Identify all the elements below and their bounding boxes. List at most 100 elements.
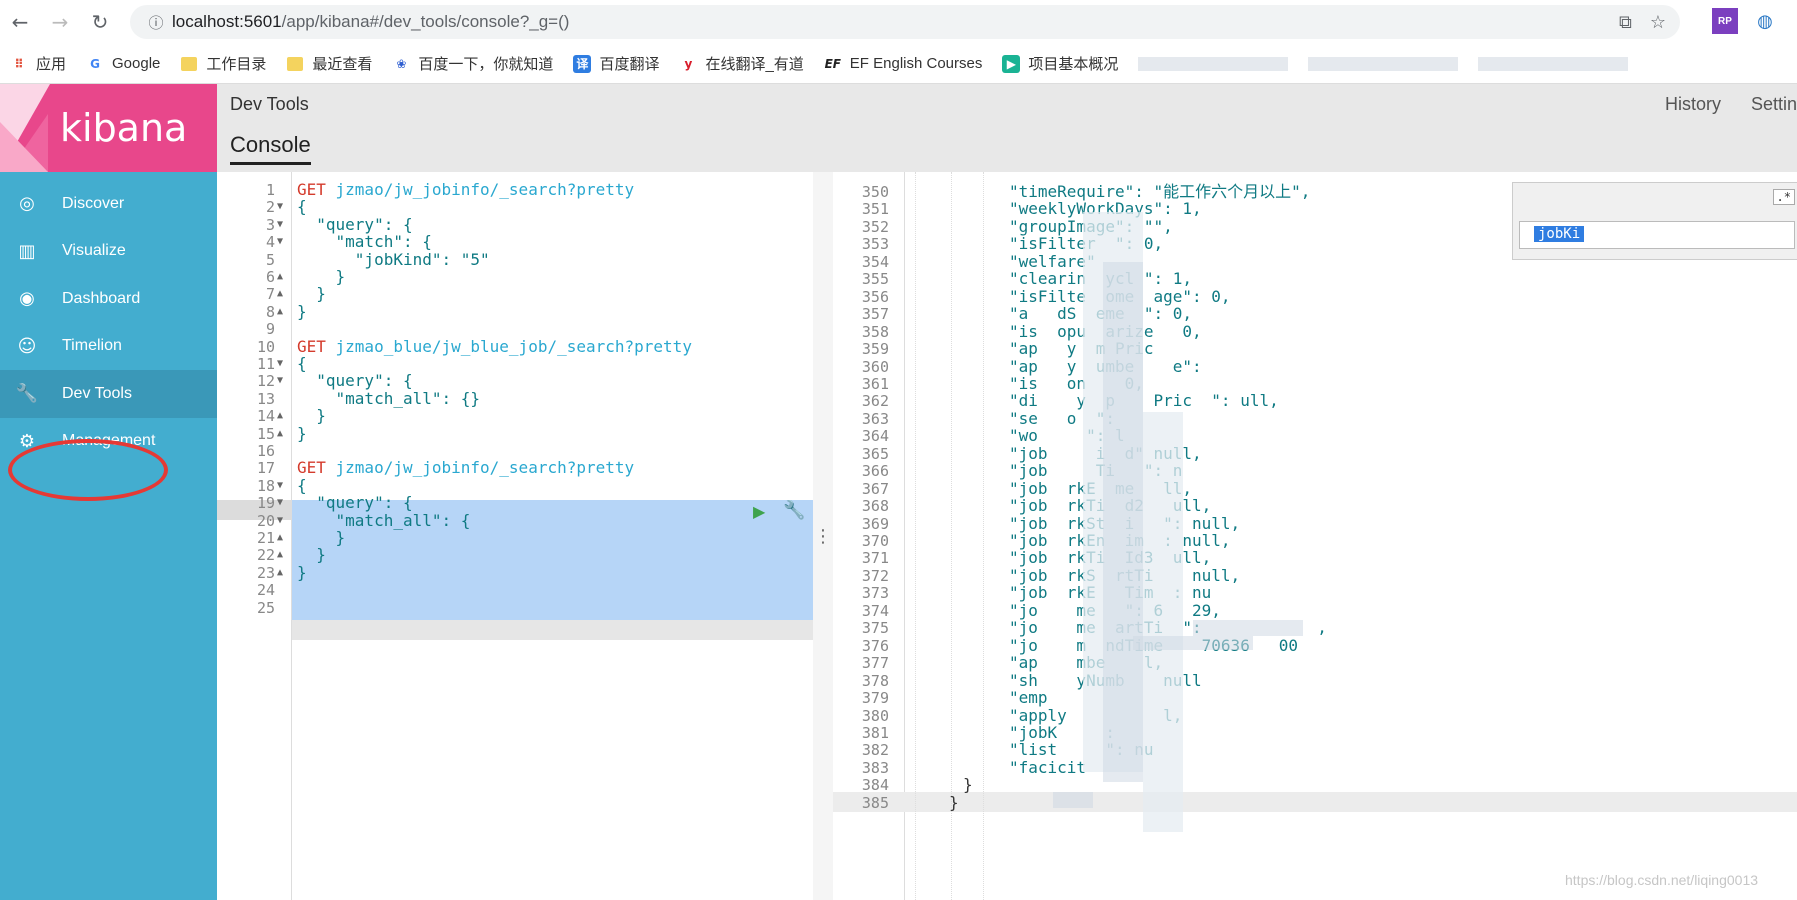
sidebar-item-label: Discover xyxy=(62,194,125,212)
active-line-highlight xyxy=(292,620,813,640)
dashboard-icon: ◉ xyxy=(19,288,35,310)
code-text: GET jzmao/jw_jobinfo/_search?pretty xyxy=(297,458,635,478)
translate-icon[interactable]: ⧉ xyxy=(1619,12,1632,33)
sidebar-item-label: Dev Tools xyxy=(62,384,132,402)
redaction-overlay xyxy=(1143,412,1183,832)
blurred-bookmark xyxy=(1138,56,1289,71)
blurred-bookmark xyxy=(1308,56,1459,71)
fold-toggle-icon[interactable]: ▼ xyxy=(277,371,283,391)
bookmark-label: EF English Courses xyxy=(849,55,983,72)
bookmark-blurred-1[interactable] xyxy=(1138,56,1289,71)
code-text: } xyxy=(297,562,307,582)
sidebar-item-dev-tools[interactable]: 🔧 Dev Tools xyxy=(0,370,217,418)
sidebar-item-dashboard[interactable]: ◉ Dashboard xyxy=(0,275,217,323)
timelion-icon: ☺ xyxy=(17,335,37,357)
sidebar-item-visualize[interactable]: ▥ Visualize xyxy=(0,228,217,276)
code-text: GET jzmao/jw_jobinfo/_search?pretty xyxy=(297,180,635,199)
forward-button[interactable]: → xyxy=(40,0,80,44)
wrench-icon[interactable]: 🔧 xyxy=(783,500,805,521)
folder-icon xyxy=(180,55,198,73)
bookmark-ef[interactable]: EF EF English Courses xyxy=(824,55,983,73)
history-button[interactable]: History xyxy=(1665,94,1721,115)
page-title: Dev Tools xyxy=(230,94,309,114)
sidebar-item-label: Visualize xyxy=(62,242,126,260)
bookmark-apps[interactable]: ⠿ 应用 xyxy=(10,53,66,74)
bookmark-blurred-3[interactable] xyxy=(1478,56,1629,71)
url-path: /app/kibana#/dev_tools/console?_g=() xyxy=(281,12,570,31)
pane-resizer[interactable]: ⋮ xyxy=(813,172,833,900)
bookmark-label: 最近查看 xyxy=(312,56,373,73)
logo-text: kibana xyxy=(60,106,188,150)
code-text: } xyxy=(963,775,973,795)
tab-console[interactable]: Console xyxy=(230,132,311,165)
sidebar-item-timelion[interactable]: ☺ Timelion xyxy=(0,323,217,371)
request-editor[interactable]: 1 GET jzmao/jw_jobinfo/_search?pretty 2 ▼{3… xyxy=(217,172,813,900)
response-editor[interactable]: 350 "timeRequire": "能工作六个月以上", 351 "weeklyW… xyxy=(833,172,1797,900)
find-input-value: jobKi xyxy=(1534,226,1585,242)
code-text: } xyxy=(297,301,307,321)
bookmark-project[interactable]: ▶ 项目基本概况 xyxy=(1002,53,1118,74)
sidebar-item-label: Timelion xyxy=(62,337,122,355)
ef-icon: EF xyxy=(824,56,841,71)
site-info-icon[interactable]: ⓘ xyxy=(140,12,172,33)
extension-globe-icon[interactable]: ◍ xyxy=(1752,8,1778,34)
bar-chart-icon: ▥ xyxy=(18,240,36,262)
bookmark-label: 工作目录 xyxy=(206,56,267,73)
url-host: localhost:5601 xyxy=(172,12,282,31)
bookmark-label: Google xyxy=(112,55,161,72)
url-text: localhost:5601/app/kibana#/dev_tools/con… xyxy=(172,12,569,32)
watermark: https://blog.csdn.net/liqing0013 xyxy=(1565,872,1759,888)
active-line-highlight xyxy=(833,792,1797,812)
dev-tools-header: Dev Tools History Settin Console xyxy=(217,84,1797,172)
bookmarks-bar: ⠿ 应用 G Google 工作目录 最近查看 ❀ 百度一下，你就知道 译百度翻译 y… xyxy=(0,44,1797,84)
project-icon: ▶ xyxy=(1002,54,1021,73)
bookmark-baidu[interactable]: ❀ 百度一下，你就知道 xyxy=(392,53,553,74)
folder-icon xyxy=(286,55,304,73)
compass-icon: ◎ xyxy=(19,193,35,215)
bookmark-star-icon[interactable]: ☆ xyxy=(1650,12,1666,33)
extension-rp-icon[interactable]: RP xyxy=(1712,8,1738,34)
bookmark-work-dir[interactable]: 工作目录 xyxy=(180,53,266,74)
wrench-icon: 🔧 xyxy=(15,383,39,405)
fold-toggle-icon[interactable]: ▲ xyxy=(277,424,283,444)
redaction-overlay xyxy=(1133,636,1253,650)
blurred-bookmark xyxy=(1478,56,1629,71)
youdao-icon: y xyxy=(684,56,693,71)
find-input[interactable]: jobKi xyxy=(1519,221,1795,249)
bookmark-youdao[interactable]: y 在线翻译_有道 xyxy=(679,53,804,74)
address-bar[interactable]: ⓘ localhost:5601/app/kibana#/dev_tools/c… xyxy=(130,5,1680,39)
play-icon[interactable]: ▶ xyxy=(753,502,765,521)
back-button[interactable]: ← xyxy=(0,0,40,44)
kibana-logo[interactable]: kibana xyxy=(0,84,217,172)
line-number: 385 xyxy=(861,793,889,812)
code-text: } xyxy=(949,792,959,812)
code-text: } xyxy=(297,423,307,443)
redaction-overlay xyxy=(1193,620,1303,636)
settings-button[interactable]: Settin xyxy=(1751,94,1797,115)
baidu-icon: ❀ xyxy=(396,56,407,71)
fold-toggle-icon[interactable]: ▼ xyxy=(277,232,283,252)
bookmark-label: 百度翻译 xyxy=(599,56,660,73)
bookmark-google[interactable]: G Google xyxy=(86,55,160,73)
reload-button[interactable]: ↻ xyxy=(80,0,120,44)
bookmark-label: 在线翻译_有道 xyxy=(705,56,804,73)
bookmark-label: 应用 xyxy=(36,56,67,73)
annotation-red-circle xyxy=(8,439,168,501)
bookmark-blurred-2[interactable] xyxy=(1308,56,1459,71)
baidu-translate-icon: 译 xyxy=(573,54,592,73)
code-text: "facicit xyxy=(1009,757,1087,777)
bookmark-baidu-translate[interactable]: 译百度翻译 xyxy=(573,53,659,74)
line-number: 25 xyxy=(256,598,275,617)
redaction-overlay xyxy=(1053,792,1093,808)
fold-toggle-icon[interactable]: ▲ xyxy=(277,563,283,583)
apps-grid-icon: ⠿ xyxy=(14,56,24,71)
google-icon: G xyxy=(90,56,100,71)
fold-toggle-icon[interactable]: ▲ xyxy=(277,302,283,322)
regex-toggle[interactable]: .* xyxy=(1772,189,1795,205)
bookmark-recent[interactable]: 最近查看 xyxy=(286,53,372,74)
code-text: GET jzmao_blue/jw_blue_job/_search?prett… xyxy=(297,336,692,356)
bookmark-label: 项目基本概况 xyxy=(1028,56,1119,73)
sidebar-item-label: Dashboard xyxy=(62,289,141,307)
find-panel: .* jobKi xyxy=(1512,182,1797,260)
sidebar-item-discover[interactable]: ◎ Discover xyxy=(0,180,217,228)
